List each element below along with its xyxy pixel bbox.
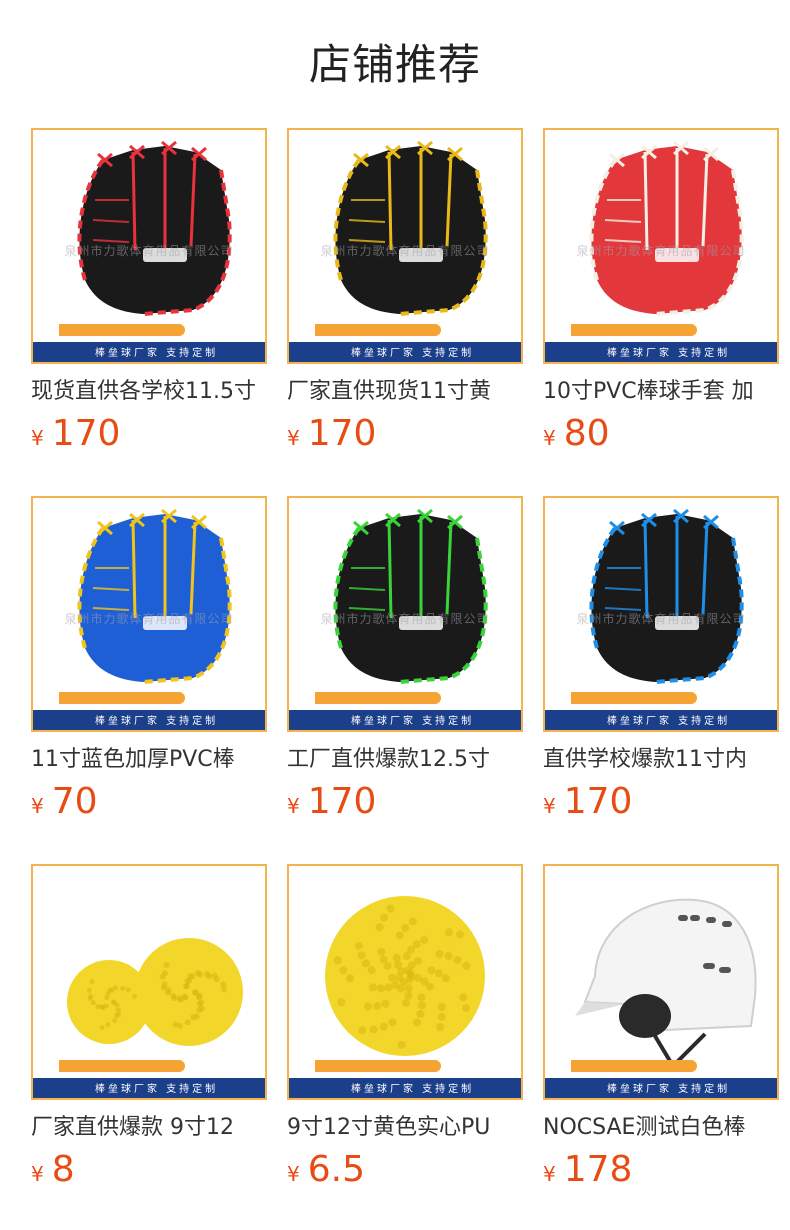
- product-card[interactable]: 泉州市力歌体育用品有限公司 棒垒球厂家 支持定制 League 直供学校爆款11…: [543, 496, 779, 826]
- banner-text: 棒垒球厂家 支持定制: [607, 1084, 731, 1095]
- product-card[interactable]: 泉州市力歌体育用品有限公司 棒垒球厂家 支持定制 League 现货直供各学校1…: [31, 128, 267, 458]
- price-row: ¥80: [543, 414, 779, 458]
- banner-text: 棒垒球厂家 支持定制: [351, 716, 475, 727]
- product-card[interactable]: 棒垒球厂家 支持定制 League 厂家直供爆款 9寸12 ¥8: [31, 864, 267, 1194]
- promo-banner: 棒垒球厂家 支持定制 League: [545, 1054, 777, 1098]
- watermark: 泉州市力歌体育用品有限公司: [64, 244, 234, 258]
- banner-text: 棒垒球厂家 支持定制: [351, 1084, 475, 1095]
- product-price: 170: [51, 413, 121, 454]
- brand-logo: League: [290, 708, 339, 722]
- product-image[interactable]: 泉州市力歌体育用品有限公司 棒垒球厂家 支持定制 League: [287, 128, 523, 364]
- product-price: 170: [563, 781, 633, 822]
- currency-symbol: ¥: [287, 794, 300, 818]
- promo-banner: 棒垒球厂家 支持定制 League: [289, 318, 521, 362]
- product-name[interactable]: 厂家直供爆款 9寸12: [31, 1114, 267, 1142]
- product-image[interactable]: 泉州市力歌体育用品有限公司 棒垒球厂家 支持定制 League: [287, 496, 523, 732]
- banner-text: 棒垒球厂家 支持定制: [607, 716, 731, 727]
- product-name[interactable]: 11寸蓝色加厚PVC棒: [31, 746, 267, 774]
- price-row: ¥8: [31, 1150, 267, 1194]
- brand-logo: League: [546, 708, 595, 722]
- product-name[interactable]: 9寸12寸黄色实心PU: [287, 1114, 523, 1142]
- product-card[interactable]: 泉州市力歌体育用品有限公司 棒垒球厂家 支持定制 League 10寸PVC棒球…: [543, 128, 779, 458]
- product-price: 178: [563, 1149, 633, 1190]
- product-name[interactable]: 现货直供各学校11.5寸: [31, 378, 267, 406]
- product-image[interactable]: 泉州市力歌体育用品有限公司 棒垒球厂家 支持定制 League: [543, 496, 779, 732]
- promo-banner: 棒垒球厂家 支持定制 League: [289, 1054, 521, 1098]
- product-card[interactable]: 泉州市力歌体育用品有限公司 棒垒球厂家 支持定制 League 厂家直供现货11…: [287, 128, 523, 458]
- brand-logo: League: [290, 340, 339, 354]
- product-name[interactable]: 10寸PVC棒球手套 加: [543, 378, 779, 406]
- banner-text: 棒垒球厂家 支持定制: [95, 1084, 219, 1095]
- price-row: ¥170: [31, 414, 267, 458]
- product-name[interactable]: 工厂直供爆款12.5寸: [287, 746, 523, 774]
- watermark: 泉州市力歌体育用品有限公司: [320, 244, 490, 258]
- banner-text: 棒垒球厂家 支持定制: [351, 348, 475, 359]
- price-row: ¥170: [543, 782, 779, 826]
- currency-symbol: ¥: [543, 794, 556, 818]
- product-card[interactable]: 棒垒球厂家 支持定制 League 9寸12寸黄色实心PU ¥6.5: [287, 864, 523, 1194]
- banner-text: 棒垒球厂家 支持定制: [607, 348, 731, 359]
- currency-symbol: ¥: [543, 426, 556, 450]
- promo-banner: 棒垒球厂家 支持定制 League: [33, 318, 265, 362]
- banner-text: 棒垒球厂家 支持定制: [95, 716, 219, 727]
- price-row: ¥6.5: [287, 1150, 523, 1194]
- price-row: ¥70: [31, 782, 267, 826]
- product-price: 70: [51, 781, 98, 822]
- product-name[interactable]: NOCSAE测试白色棒: [543, 1114, 779, 1142]
- product-image[interactable]: 泉州市力歌体育用品有限公司 棒垒球厂家 支持定制 League: [543, 128, 779, 364]
- promo-banner: 棒垒球厂家 支持定制 League: [545, 318, 777, 362]
- product-image[interactable]: 泉州市力歌体育用品有限公司 棒垒球厂家 支持定制 League: [31, 128, 267, 364]
- brand-logo: League: [34, 708, 83, 722]
- product-image[interactable]: 棒垒球厂家 支持定制 League: [31, 864, 267, 1100]
- brand-logo: League: [34, 1076, 83, 1090]
- product-price: 80: [563, 413, 610, 454]
- currency-symbol: ¥: [287, 1162, 300, 1186]
- watermark: 泉州市力歌体育用品有限公司: [576, 244, 746, 258]
- currency-symbol: ¥: [31, 426, 44, 450]
- price-row: ¥178: [543, 1150, 779, 1194]
- currency-symbol: ¥: [31, 794, 44, 818]
- product-image[interactable]: 泉州市力歌体育用品有限公司 棒垒球厂家 支持定制 League: [31, 496, 267, 732]
- product-image[interactable]: 棒垒球厂家 支持定制 League: [287, 864, 523, 1100]
- promo-banner: 棒垒球厂家 支持定制 League: [545, 686, 777, 730]
- promo-banner: 棒垒球厂家 支持定制 League: [289, 686, 521, 730]
- product-price: 170: [307, 413, 377, 454]
- product-card[interactable]: 泉州市力歌体育用品有限公司 棒垒球厂家 支持定制 League 11寸蓝色加厚P…: [31, 496, 267, 826]
- product-name[interactable]: 厂家直供现货11寸黄: [287, 378, 523, 406]
- watermark: 泉州市力歌体育用品有限公司: [576, 612, 746, 626]
- banner-text: 棒垒球厂家 支持定制: [95, 348, 219, 359]
- product-card[interactable]: 棒垒球厂家 支持定制 League NOCSAE测试白色棒 ¥178: [543, 864, 779, 1194]
- price-row: ¥170: [287, 782, 523, 826]
- product-card[interactable]: 泉州市力歌体育用品有限公司 棒垒球厂家 支持定制 League 工厂直供爆款12…: [287, 496, 523, 826]
- promo-banner: 棒垒球厂家 支持定制 League: [33, 1054, 265, 1098]
- product-price: 6.5: [307, 1149, 365, 1190]
- brand-logo: League: [546, 1076, 595, 1090]
- currency-symbol: ¥: [543, 1162, 556, 1186]
- brand-logo: League: [546, 340, 595, 354]
- price-row: ¥170: [287, 414, 523, 458]
- page-title: 店铺推荐: [308, 40, 481, 89]
- currency-symbol: ¥: [287, 426, 300, 450]
- product-image[interactable]: 棒垒球厂家 支持定制 League: [543, 864, 779, 1100]
- product-price: 8: [51, 1149, 75, 1190]
- product-name[interactable]: 直供学校爆款11寸内: [543, 746, 779, 774]
- brand-logo: League: [290, 1076, 339, 1090]
- product-price: 170: [307, 781, 377, 822]
- watermark: 泉州市力歌体育用品有限公司: [320, 612, 490, 626]
- currency-symbol: ¥: [31, 1162, 44, 1186]
- promo-banner: 棒垒球厂家 支持定制 League: [33, 686, 265, 730]
- brand-logo: League: [34, 340, 83, 354]
- product-grid: 泉州市力歌体育用品有限公司 棒垒球厂家 支持定制 League 现货直供各学校1…: [31, 128, 779, 1194]
- watermark: 泉州市力歌体育用品有限公司: [64, 612, 234, 626]
